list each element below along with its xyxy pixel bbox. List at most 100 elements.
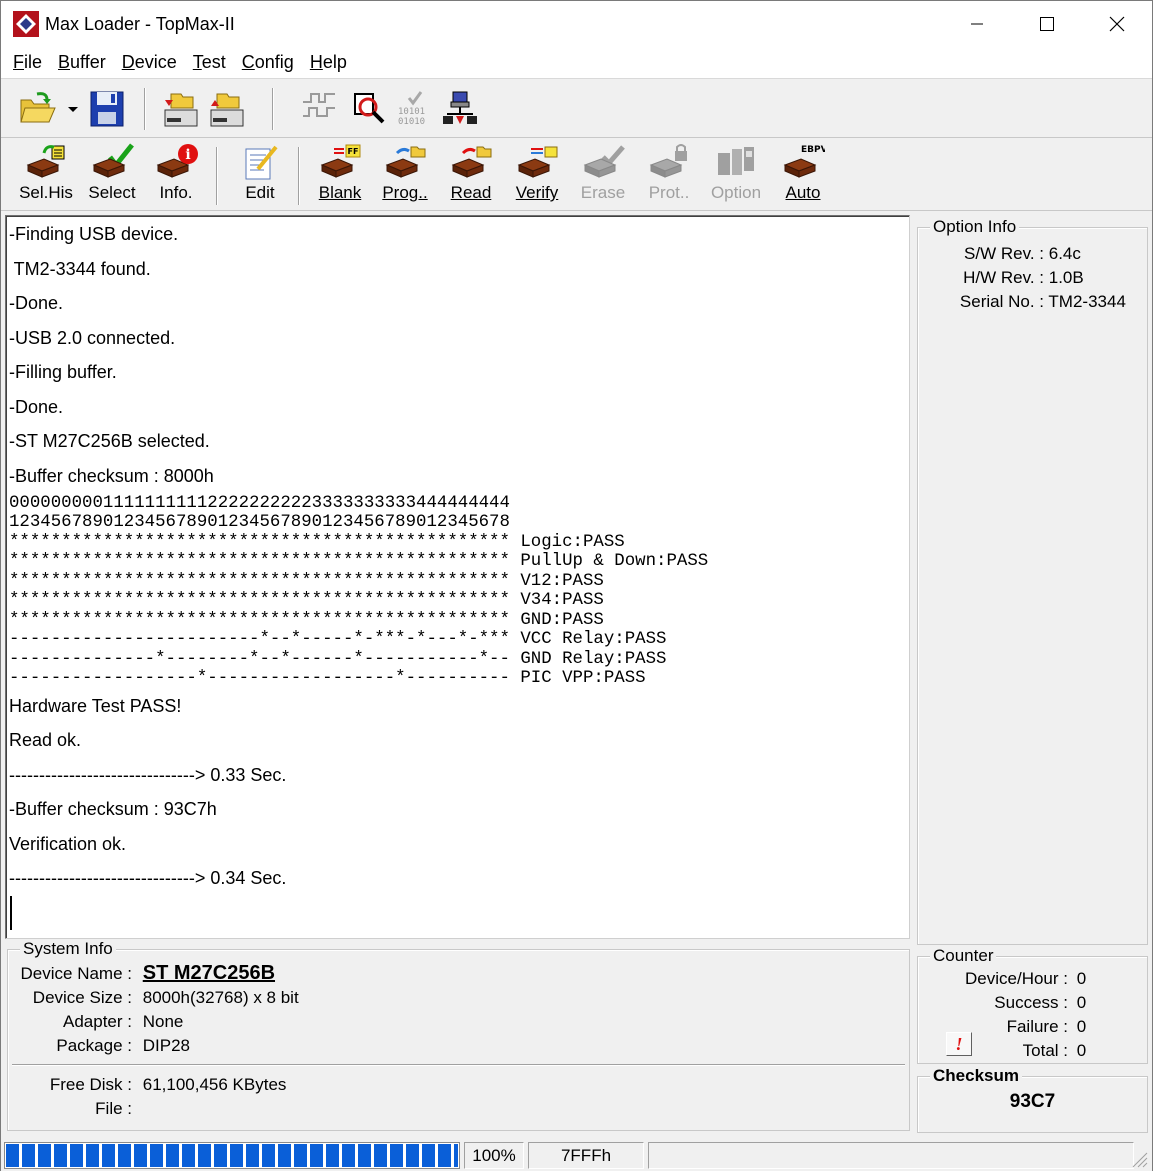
resize-grip-icon[interactable] [1130,1150,1148,1168]
binary-check-icon[interactable]: 10101 01010 [395,90,433,128]
chip-info-icon: i [156,144,198,178]
progress-fill [6,1144,458,1167]
minimize-button[interactable] [942,1,1012,47]
blank-button[interactable]: FF Blank [313,143,367,207]
svg-text:10101: 10101 [398,107,425,117]
chip-blank-icon: FF [320,144,361,178]
svg-text:FF: FF [348,147,359,156]
log-line: -Finding USB device. [9,224,179,244]
select-button[interactable]: Select [85,143,139,207]
sw-rev-label: S/W Rev. : [964,244,1044,263]
free-disk-label: Free Disk : [49,1075,132,1094]
chip-verify-icon [517,146,558,178]
waveform-test-icon[interactable] [301,90,339,128]
log-line: TM2-3344 found. [9,259,151,279]
load-file-to-buffer-icon[interactable] [161,90,199,128]
option-button[interactable]: Option [707,143,765,207]
menu-bar: File Buffer Device Test Config Help [1,47,1152,79]
device-hour-label: Device/Hour : [965,969,1068,988]
counter-title: Counter [930,946,997,966]
pin-number-row: 1234567890123456789012345678901234567890… [9,513,510,532]
menu-help[interactable]: Help [304,52,353,73]
progress-bar [4,1142,460,1169]
erase-button[interactable]: Erase [575,143,631,207]
system-info-title: System Info [20,939,116,959]
edit-button[interactable]: Edit [233,143,287,207]
log-line: -ST M27C256B selected. [9,431,210,451]
total-value: 0 [1076,1041,1087,1060]
test-result-row: ****************************************… [9,552,709,571]
prog-button[interactable]: Prog.. [377,143,433,207]
message-log[interactable]: -Finding USB device. TM2-3344 found. -Do… [5,215,910,939]
serial-value: TM2-3344 [1048,292,1126,311]
minimize-icon [971,23,983,25]
total-label: Total : [1022,1041,1068,1060]
sel-his-button[interactable]: Sel.His [17,143,75,207]
menu-file[interactable]: File [7,52,48,73]
device-name-link[interactable]: ST M27C256B [143,962,275,984]
log-line: -------------------------------> 0.34 Se… [9,868,287,888]
package-label: Package : [56,1036,132,1055]
auto-button[interactable]: EBPV Auto [775,143,831,207]
log-line: -Buffer checksum : 8000h [9,466,214,486]
verify-button[interactable]: Verify [509,143,565,207]
text-cursor [10,896,12,930]
log-line: -------------------------------> 0.33 Se… [9,765,287,785]
read-button[interactable]: Read [443,143,499,207]
status-message [648,1142,1134,1169]
test-result-row: ****************************************… [9,591,604,610]
main-window: Max Loader - TopMax-II File Buffer Devic… [0,0,1153,1171]
option-info-group: Option Info S/W Rev. : 6.4c H/W Rev. : 1… [917,217,1148,945]
svg-text:01010: 01010 [398,117,425,127]
warning-icon: ! [955,1033,963,1054]
close-button[interactable] [1082,1,1152,47]
menu-buffer[interactable]: Buffer [52,52,112,73]
test-result-row: ****************************************… [9,611,604,630]
address-readout: 7FFFh [528,1142,644,1169]
menu-device[interactable]: Device [116,52,183,73]
chip-history-icon [26,145,65,178]
chip-erase-icon [583,145,625,178]
log-line: -Done. [9,293,64,313]
close-icon [1109,16,1125,32]
dropdown-arrow-icon[interactable] [63,90,83,128]
menu-test[interactable]: Test [187,52,232,73]
test-result-row: --------------*--------*--*------*------… [9,650,667,669]
ic-search-icon[interactable] [351,90,389,128]
chip-check-icon [92,143,134,178]
status-bar: 100% 7FFFh [1,1139,1152,1171]
toolbar-main: 10101 01010 [1,80,1152,138]
chip-auto-icon: EBPV [783,145,825,178]
adapter-value: None [142,1012,184,1031]
app-logo-icon [13,11,39,37]
hw-rev-value: 1.0B [1048,268,1084,287]
menu-config[interactable]: Config [236,52,300,73]
success-label: Success : [994,993,1068,1012]
test-result-row: ****************************************… [9,533,625,552]
maximize-button[interactable] [1012,1,1082,47]
protect-button[interactable]: Prot.. [641,143,697,207]
success-value: 0 [1076,993,1087,1012]
open-folder-icon[interactable] [17,90,56,128]
test-result-row: ------------------------*--*-----*-***-*… [9,630,667,649]
adapter-label: Adapter : [63,1012,132,1031]
svg-text:EBPV: EBPV [801,145,825,155]
hw-rev-label: H/W Rev. : [963,268,1044,287]
device-size-value: 8000h(32768) x 8 bit [142,988,299,1007]
reset-counter-button[interactable]: ! [946,1032,972,1056]
chip-option-icon [718,147,754,175]
save-buffer-to-file-icon[interactable] [207,90,245,128]
info-button[interactable]: i Info. [149,143,203,207]
log-line: -USB 2.0 connected. [9,328,176,348]
device-hour-value: 0 [1076,969,1087,988]
checksum-value: 93C7 [1009,1091,1056,1112]
log-line: -Filling buffer. [9,362,117,382]
network-device-icon[interactable] [441,90,479,128]
checksum-title: Checksum [930,1066,1022,1086]
save-disk-icon[interactable] [89,90,127,128]
failure-label: Failure : [1006,1017,1068,1036]
window-title: Max Loader - TopMax-II [45,13,235,34]
svg-text:i: i [185,147,190,163]
log-line: Hardware Test PASS! [9,696,182,716]
chip-program-icon [385,146,426,178]
